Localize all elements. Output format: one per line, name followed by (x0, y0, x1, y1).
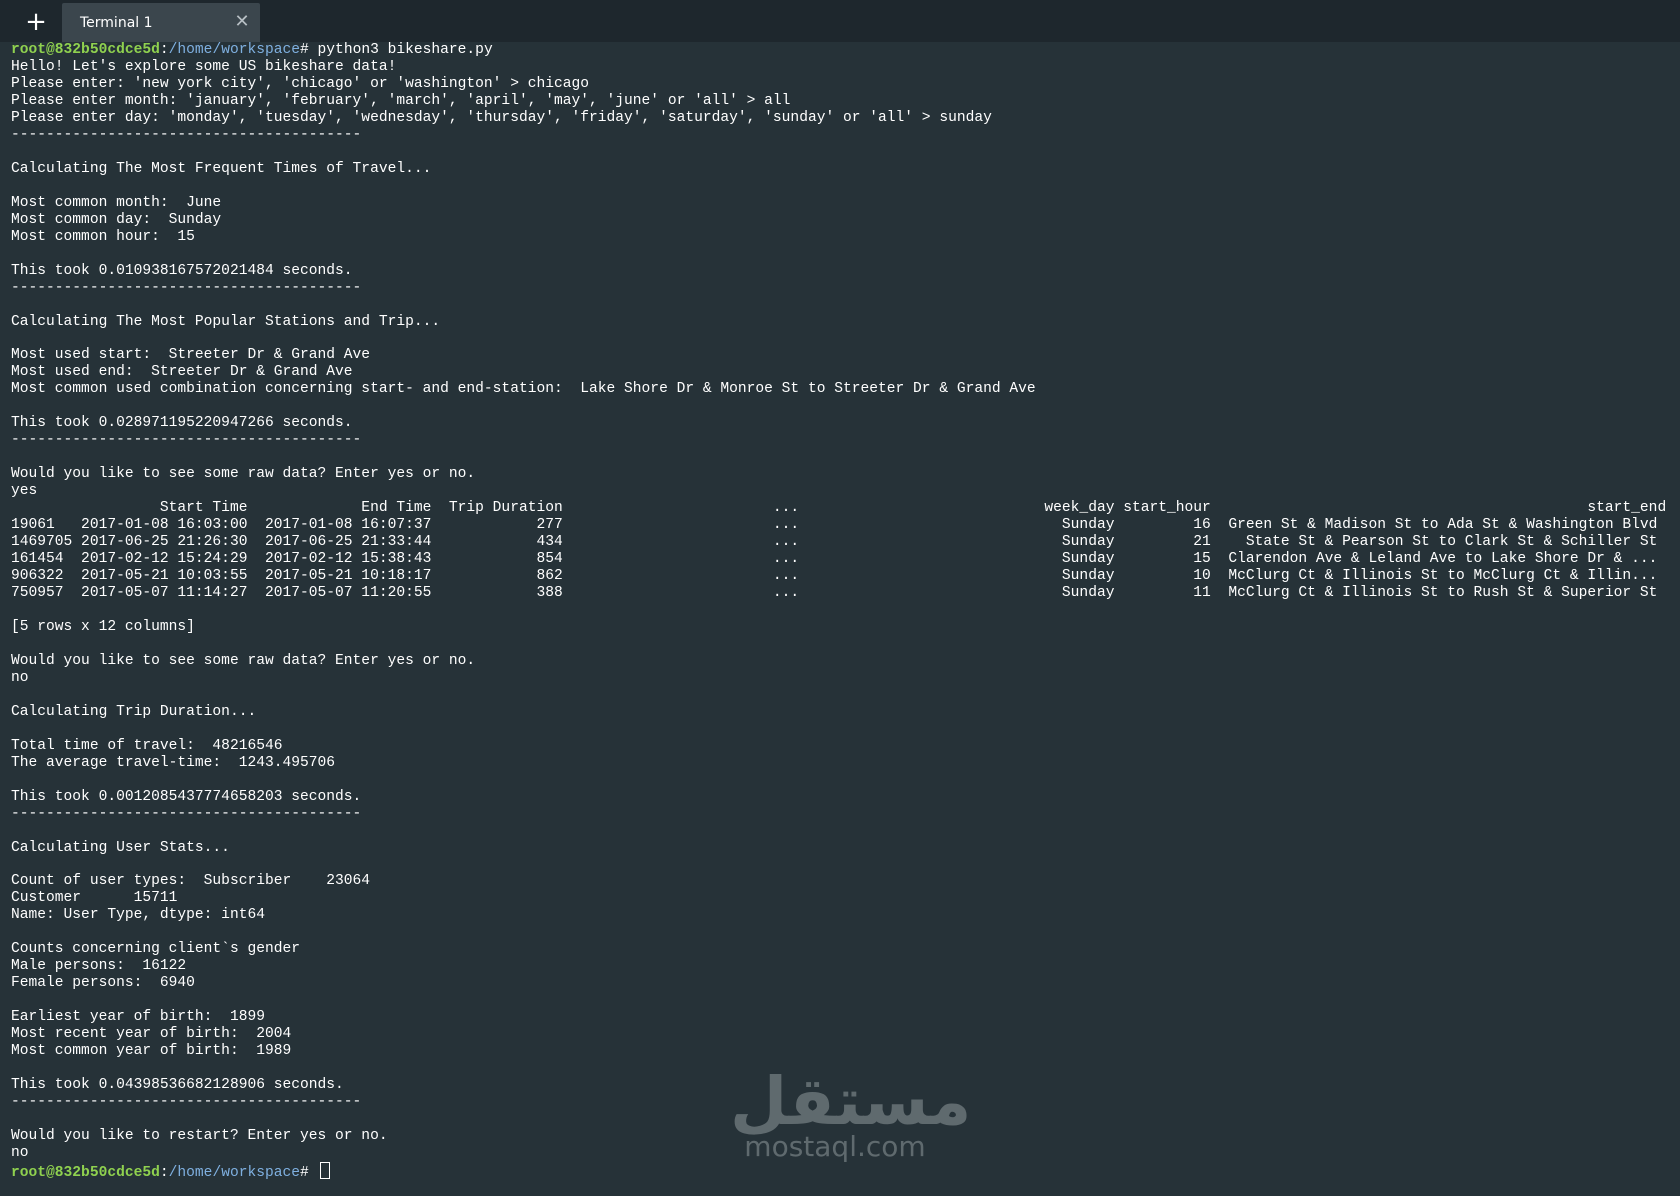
prompt-line: root@832b50cdce5d:/home/workspace# pytho… (11, 42, 1676, 59)
output-line: Earliest year of birth: 1899 (11, 1009, 265, 1026)
output-line: This took 0.028971195220947266 seconds. (11, 415, 353, 432)
output-line: This took 0.010938167572021484 seconds. (11, 262, 353, 279)
output-line: Calculating The Most Popular Stations an… (11, 313, 441, 330)
output-line: Calculating Trip Duration... (11, 703, 257, 720)
output-line: Would you like to see some raw data? Ent… (11, 652, 476, 669)
active-prompt-line[interactable]: root@832b50cdce5d:/home/workspace# (11, 1161, 1676, 1181)
output-line: 750957 2017-05-07 11:14:27 2017-05-07 11… (11, 585, 1658, 601)
output-line: yes (11, 483, 38, 500)
output-line: 906322 2017-05-21 10:03:55 2017-05-21 10… (11, 568, 1658, 585)
output-line: Counts concerning client`s gender (11, 941, 301, 958)
terminal-output[interactable]: root@832b50cdce5d:/home/workspace# pytho… (11, 42, 1676, 1192)
output-line: 1469705 2017-06-25 21:26:30 2017-06-25 2… (11, 534, 1658, 551)
output-line: Start Time End Time Trip Duration ... we… (11, 500, 1667, 517)
output-line: ---------------------------------------- (11, 126, 362, 143)
output-line: Calculating User Stats... (11, 839, 230, 856)
output-line: 161454 2017-02-12 15:24:29 2017-02-12 15… (11, 551, 1658, 568)
output-line: This took 0.04398536682128906 seconds. (11, 1077, 344, 1094)
prompt-path: /home/workspace (168, 1164, 301, 1181)
output-line: ---------------------------------------- (11, 805, 362, 822)
output-line: Most common used combination concerning … (11, 381, 1036, 398)
output-line: Most used end: Streeter Dr & Grand Ave (11, 364, 353, 381)
text-cursor (319, 1161, 330, 1179)
output-line: 19061 2017-01-08 16:03:00 2017-01-08 16:… (11, 517, 1658, 534)
output-line: Most recent year of birth: 2004 (11, 1026, 292, 1043)
output-line: ---------------------------------------- (11, 432, 362, 449)
output-line: Would you like to see some raw data? Ent… (11, 466, 476, 483)
output-line: Please enter day: 'monday', 'tuesday', '… (11, 109, 992, 126)
close-icon[interactable]: ✕ (232, 12, 252, 32)
output-line: Most common year of birth: 1989 (11, 1043, 292, 1060)
output-line: [5 rows x 12 columns] (11, 618, 195, 635)
new-tab-button[interactable]: + (14, 6, 58, 38)
output-line: ---------------------------------------- (11, 1094, 362, 1111)
prompt-separator: : (159, 42, 169, 58)
output-line: Customer 15711 (11, 890, 178, 907)
prompt-user: root@832b50cdce5d (11, 42, 160, 58)
tab-title: Terminal 1 (80, 15, 153, 31)
output-line: Male persons: 16122 (11, 958, 187, 975)
output-line: Most common day: Sunday (11, 211, 222, 228)
tab-terminal-1[interactable]: Terminal 1 ✕ (62, 3, 260, 42)
output-line: Most common hour: 15 (11, 228, 195, 245)
output-line: Would you like to restart? Enter yes or … (11, 1128, 388, 1144)
output-line: Most used start: Streeter Dr & Grand Ave (11, 347, 371, 364)
output-line: Calculating The Most Frequent Times of T… (11, 160, 432, 177)
output-line: Most common month: June (11, 194, 222, 211)
output-line: no (11, 1144, 29, 1161)
output-line: Female persons: 6940 (11, 975, 195, 992)
prompt-path: /home/workspace (168, 42, 301, 58)
tab-bar: + Terminal 1 ✕ (0, 0, 1680, 42)
output-line: Name: User Type, dtype: int64 (11, 907, 265, 924)
output-line: Please enter: 'new york city', 'chicago'… (11, 75, 590, 92)
prompt-symbol: # (300, 42, 318, 58)
output-lines: Hello! Let's explore some US bikeshare d… (11, 59, 1676, 1162)
output-line: This took 0.0012085437774658203 seconds. (11, 788, 362, 805)
output-line: Count of user types: Subscriber 23064 (11, 873, 371, 890)
output-line: ---------------------------------------- (11, 279, 362, 296)
prompt-separator: : (159, 1164, 169, 1181)
output-line: Total time of travel: 48216546 (11, 737, 283, 754)
output-line: Please enter month: 'january', 'february… (11, 92, 791, 109)
prompt-user: root@832b50cdce5d (11, 1164, 160, 1181)
output-line: The average travel-time: 1243.495706 (11, 754, 336, 771)
prompt-symbol: # (300, 1164, 318, 1181)
output-line: no (11, 669, 29, 686)
command-text: python3 bikeshare.py (317, 42, 493, 58)
output-line: Hello! Let's explore some US bikeshare d… (11, 58, 397, 75)
